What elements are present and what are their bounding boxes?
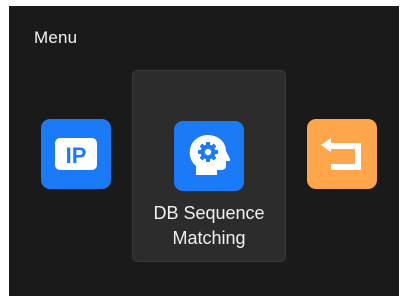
menu-item-back[interactable] <box>307 119 377 189</box>
screen-title: Menu <box>34 28 78 47</box>
return-arrow-icon <box>307 119 377 189</box>
head-gear-icon <box>174 121 244 191</box>
menu-screen: Menu IP DB Sequence Matching <box>9 6 399 296</box>
menu-item-ip[interactable]: IP <box>41 119 111 189</box>
ip-icon: IP <box>41 119 111 189</box>
menu-item-label: DB Sequence Matching <box>153 203 265 248</box>
menu-item-db-sequence-matching[interactable]: DB Sequence Matching <box>132 70 286 262</box>
ip-icon-text: IP <box>66 143 87 168</box>
